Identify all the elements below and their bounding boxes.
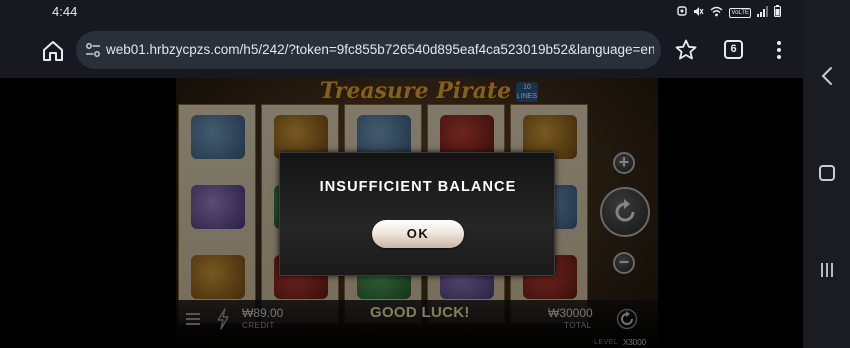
bet-increase-button[interactable]: + bbox=[613, 152, 635, 174]
tab-switcher-button[interactable]: 6 bbox=[724, 40, 743, 59]
battery-icon bbox=[774, 5, 781, 20]
system-nav-bar bbox=[803, 0, 850, 348]
wifi-icon bbox=[710, 6, 723, 20]
reel-symbol bbox=[191, 115, 245, 159]
url-text[interactable]: web01.hrbzycpzs.com/h5/242/?token=9fc855… bbox=[106, 42, 654, 57]
notification-icon bbox=[677, 6, 688, 19]
site-settings-icon[interactable] bbox=[84, 41, 102, 59]
turbo-icon[interactable] bbox=[216, 308, 230, 330]
web-page: Treasure Pirate 10 LINES + − ₩89.00 CRED… bbox=[0, 78, 803, 348]
dialog-title: INSUFFICIENT BALANCE bbox=[319, 179, 517, 195]
total-bet-label: TOTAL bbox=[564, 321, 592, 330]
ok-button[interactable]: OK bbox=[372, 220, 464, 248]
game-bottom-bar: ₩89.00 CREDIT GOOD LUCK! ₩30000 TOTAL LE… bbox=[176, 300, 658, 348]
volte-icon: VoLTE bbox=[729, 7, 751, 18]
reel-symbol bbox=[191, 255, 245, 299]
status-bar: 4:44 VoLTE bbox=[0, 0, 803, 24]
home-nav-icon[interactable] bbox=[819, 165, 835, 181]
game-title: Treasure Pirate bbox=[320, 78, 512, 104]
lines-badge: 10 LINES bbox=[516, 82, 538, 102]
signal-icon bbox=[757, 5, 768, 20]
status-icons: VoLTE bbox=[677, 5, 781, 20]
home-icon[interactable] bbox=[40, 38, 66, 64]
recent-apps-icon[interactable] bbox=[819, 262, 835, 278]
insufficient-balance-dialog: INSUFFICIENT BALANCE OK bbox=[279, 152, 555, 276]
level-value: X3000 bbox=[623, 338, 647, 347]
bet-decrease-button[interactable]: − bbox=[613, 252, 635, 274]
status-time: 4:44 bbox=[52, 4, 78, 19]
total-bet-value: ₩30000 bbox=[548, 306, 593, 320]
reel bbox=[178, 104, 256, 324]
address-bar[interactable]: web01.hrbzycpzs.com/h5/242/?token=9fc855… bbox=[76, 31, 661, 69]
level-label: LEVEL bbox=[594, 339, 619, 346]
menu-icon[interactable] bbox=[186, 312, 200, 326]
mute-icon bbox=[693, 6, 704, 20]
game-logo: Treasure Pirate 10 LINES bbox=[320, 78, 538, 106]
credit-value: ₩89.00 bbox=[242, 306, 284, 320]
credit-label: CREDIT bbox=[242, 321, 275, 330]
spin-button[interactable] bbox=[600, 187, 650, 237]
back-icon[interactable] bbox=[819, 66, 835, 86]
overflow-menu-icon[interactable] bbox=[771, 39, 787, 61]
star-icon[interactable] bbox=[674, 38, 698, 62]
autospin-icon[interactable] bbox=[616, 308, 638, 330]
browser-toolbar: web01.hrbzycpzs.com/h5/242/?token=9fc855… bbox=[0, 24, 803, 102]
game-message: GOOD LUCK! bbox=[370, 304, 470, 321]
reel-symbol bbox=[191, 185, 245, 229]
